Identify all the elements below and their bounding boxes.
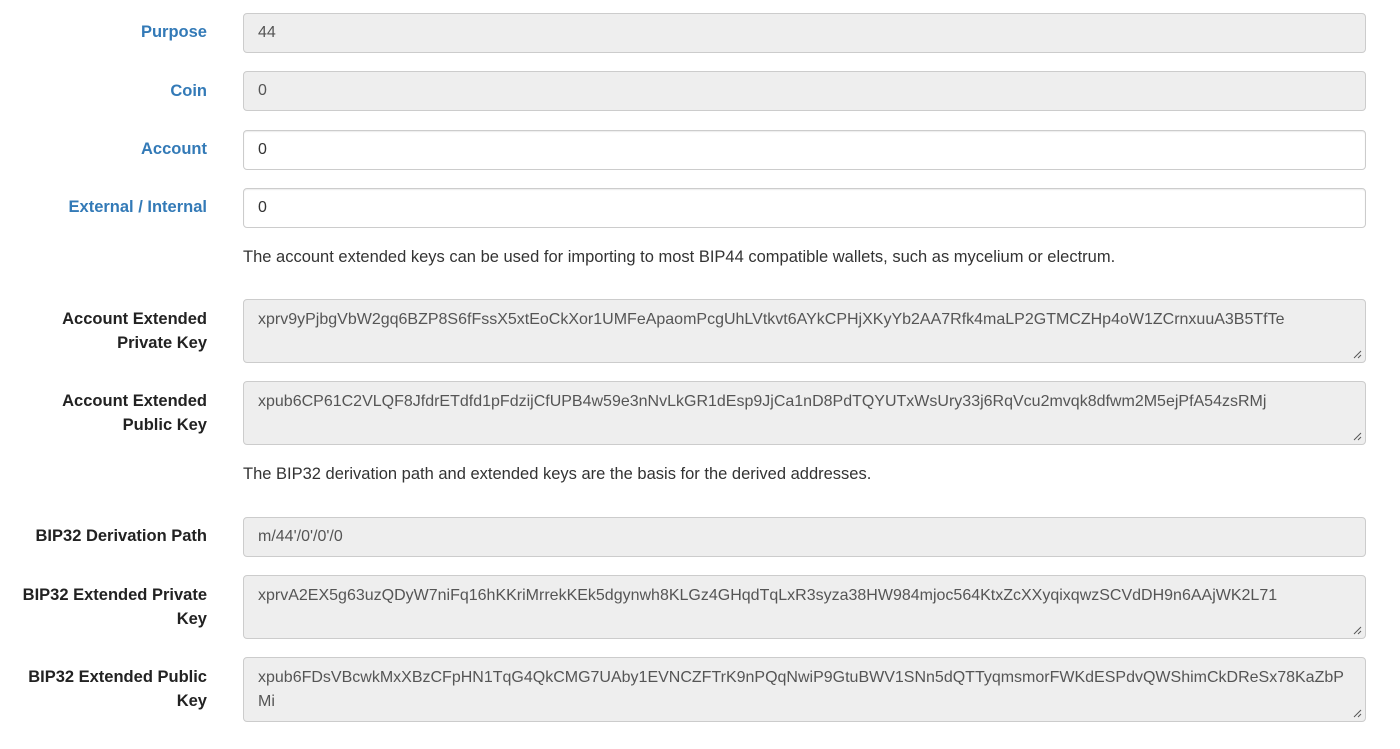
bip32-path-field[interactable]: m/44'/0'/0'/0 [243,517,1366,557]
purpose-label[interactable]: Purpose [141,20,207,44]
coin-field[interactable]: 0 [243,71,1366,111]
resize-grip-icon[interactable] [1352,625,1362,635]
account-xpub-textarea[interactable]: xpub6CP61C2VLQF8JfdrETdfd1pFdzijCfUPB4w5… [243,381,1366,445]
account-xprv-label: Account Extended Private Key [62,310,207,352]
bip32-xprv-textarea[interactable]: xprvA2EX5g63uzQDyW7niFq16hKKriMrrekKEk5d… [243,575,1366,639]
bip32-xpub-label: BIP32 Extended Public Key [28,668,207,710]
external-internal-label[interactable]: External / Internal [69,195,207,219]
coin-label[interactable]: Coin [170,79,207,103]
account-xpub-value: xpub6CP61C2VLQF8JfdrETdfd1pFdzijCfUPB4w5… [258,393,1267,410]
bip32-path-label: BIP32 Derivation Path [35,527,207,545]
external-internal-input[interactable]: 0 [243,188,1366,228]
bip32-xpub-value: xpub6FDsVBcwkMxXBzCFpHN1TqG4QkCMG7UAby1E… [258,669,1344,710]
resize-grip-icon[interactable] [1352,708,1362,718]
bip32-xprv-label: BIP32 Extended Private Key [22,586,207,628]
bip32-xpub-textarea[interactable]: xpub6FDsVBcwkMxXBzCFpHN1TqG4QkCMG7UAby1E… [243,657,1366,722]
account-xprv-value: xprv9yPjbgVbW2gq6BZP8S6fFssX5xtEoCkXor1U… [258,311,1285,328]
account-label[interactable]: Account [141,137,207,161]
account-xprv-textarea[interactable]: xprv9yPjbgVbW2gq6BZP8S6fFssX5xtEoCkXor1U… [243,299,1366,363]
purpose-field[interactable]: 44 [243,13,1366,53]
account-input[interactable]: 0 [243,130,1366,170]
bip32-help-text: The BIP32 derivation path and extended k… [243,465,872,483]
bip32-xprv-value: xprvA2EX5g63uzQDyW7niFq16hKKriMrrekKEk5d… [258,587,1278,604]
account-keys-help-text: The account extended keys can be used fo… [243,248,1116,266]
resize-grip-icon[interactable] [1352,431,1362,441]
resize-grip-icon[interactable] [1352,349,1362,359]
account-xpub-label: Account Extended Public Key [62,392,207,434]
